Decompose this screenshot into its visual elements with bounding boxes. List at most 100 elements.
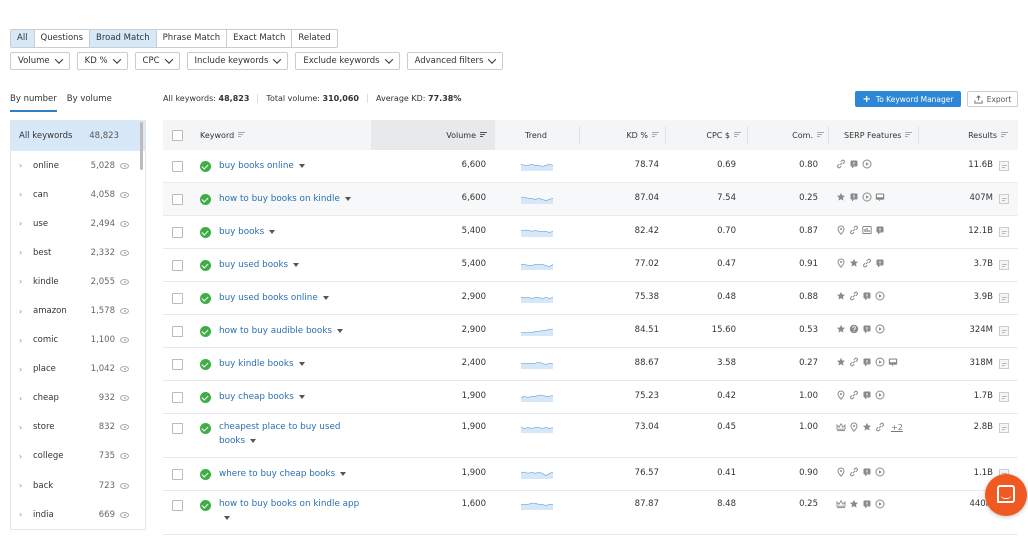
sidebar-tab-by-volume[interactable]: By volume [67, 94, 112, 112]
row-checkbox[interactable] [172, 469, 183, 480]
sidebar-item-online[interactable]: › online 5,028 [11, 151, 145, 180]
row-checkbox[interactable] [172, 359, 183, 370]
serp-snapshot-icon[interactable] [999, 293, 1009, 303]
filter-exclude-keywords-dropdown[interactable]: Exclude keywords [295, 52, 400, 70]
chevron-right-icon[interactable]: › [19, 481, 33, 490]
sidebar-item-best[interactable]: › best 2,332 [11, 238, 145, 267]
chevron-right-icon[interactable]: › [19, 394, 33, 403]
row-checkbox[interactable] [172, 227, 183, 238]
eye-icon[interactable] [120, 220, 129, 227]
row-checkbox[interactable] [172, 260, 183, 271]
sidebar-item-amazon[interactable]: › amazon 1,578 [11, 296, 145, 325]
sidebar-item-use[interactable]: › use 2,494 [11, 209, 145, 238]
caret-down-icon[interactable] [250, 438, 257, 443]
keyword-link[interactable]: buy used books [219, 258, 369, 272]
eye-icon[interactable] [120, 482, 129, 489]
chevron-right-icon[interactable]: › [19, 190, 33, 199]
sidebar-item-india[interactable]: › india 669 [11, 500, 145, 529]
chevron-right-icon[interactable]: › [19, 161, 33, 170]
serp-snapshot-icon[interactable] [999, 392, 1009, 402]
sidebar-item-comic[interactable]: › comic 1,100 [11, 326, 145, 355]
caret-down-icon[interactable] [298, 163, 305, 168]
eye-icon[interactable] [120, 337, 129, 344]
eye-icon[interactable] [120, 278, 129, 285]
keyword-link[interactable]: buy cheap books [219, 390, 369, 404]
sidebar-item-store[interactable]: › store 832 [11, 413, 145, 442]
chevron-right-icon[interactable]: › [19, 219, 33, 228]
serp-snapshot-icon[interactable] [999, 227, 1009, 237]
keyword-link[interactable]: buy kindle books [219, 357, 369, 371]
serp-snapshot-icon[interactable] [999, 161, 1009, 171]
tab-questions[interactable]: Questions [33, 30, 89, 47]
select-all-checkbox[interactable] [172, 129, 183, 141]
caret-down-icon[interactable] [344, 196, 351, 201]
chevron-right-icon[interactable]: › [19, 510, 33, 519]
eye-icon[interactable] [120, 424, 129, 431]
tab-related[interactable]: Related [291, 30, 336, 47]
filter-include-keywords-dropdown[interactable]: Include keywords [186, 52, 289, 70]
caret-down-icon[interactable] [298, 394, 305, 399]
col-results[interactable]: Results [953, 120, 1008, 150]
serp-snapshot-icon[interactable] [999, 423, 1009, 433]
row-checkbox[interactable] [172, 392, 183, 403]
more-serp-features-link[interactable]: +2 [891, 423, 903, 432]
eye-icon[interactable] [120, 366, 129, 373]
eye-icon[interactable] [120, 395, 129, 402]
chevron-right-icon[interactable]: › [19, 423, 33, 432]
col-com[interactable]: Com. [787, 120, 824, 150]
export-button[interactable]: Export [967, 91, 1018, 107]
keyword-link[interactable]: how to buy books on kindle [219, 192, 369, 206]
serp-snapshot-icon[interactable] [999, 326, 1009, 336]
row-checkbox[interactable] [172, 293, 183, 304]
sidebar-item-place[interactable]: › place 1,042 [11, 355, 145, 384]
chat-widget-button[interactable] [985, 474, 1027, 516]
serp-snapshot-icon[interactable] [999, 194, 1009, 204]
caret-down-icon[interactable] [322, 295, 329, 300]
chevron-right-icon[interactable]: › [19, 452, 33, 461]
caret-down-icon[interactable] [269, 229, 276, 234]
chevron-right-icon[interactable]: › [19, 248, 33, 257]
row-checkbox[interactable] [172, 326, 183, 337]
serp-snapshot-icon[interactable] [999, 359, 1009, 369]
filter-cpc-dropdown[interactable]: CPC [134, 52, 180, 70]
caret-down-icon[interactable] [298, 361, 305, 366]
keyword-link[interactable]: how to buy audible books [219, 324, 369, 338]
keyword-link[interactable]: buy books [219, 225, 369, 239]
col-keyword[interactable]: Keyword [200, 120, 246, 150]
sidebar-item-college[interactable]: › college 735 [11, 442, 145, 471]
sidebar-item-can[interactable]: › can 4,058 [11, 180, 145, 209]
col-volume[interactable]: Volume [371, 120, 495, 150]
sidebar-item-all-keywords[interactable]: All keywords 48,823 [11, 121, 145, 151]
caret-down-icon[interactable] [340, 471, 347, 476]
serp-snapshot-icon[interactable] [999, 260, 1009, 270]
chevron-right-icon[interactable]: › [19, 365, 33, 374]
to-keyword-manager-button[interactable]: + To Keyword Manager [855, 91, 961, 107]
caret-down-icon[interactable] [293, 262, 300, 267]
col-cpc[interactable]: CPC $ [693, 120, 741, 150]
keyword-link[interactable]: where to buy cheap books [219, 467, 369, 481]
eye-icon[interactable] [120, 191, 129, 198]
caret-down-icon[interactable] [224, 515, 230, 520]
keyword-link[interactable]: buy used books online [219, 291, 369, 305]
eye-icon[interactable] [120, 308, 129, 315]
chevron-right-icon[interactable]: › [19, 277, 33, 286]
eye-icon[interactable] [120, 511, 129, 518]
keyword-link[interactable]: buy books online [219, 159, 369, 173]
row-checkbox[interactable] [172, 423, 183, 434]
chevron-right-icon[interactable]: › [19, 336, 33, 345]
filter-volume-dropdown[interactable]: Volume [10, 52, 70, 70]
eye-icon[interactable] [120, 162, 129, 169]
sidebar-item-kindle[interactable]: › kindle 2,055 [11, 267, 145, 296]
sidebar-tab-by-number[interactable]: By number [10, 94, 57, 112]
caret-down-icon[interactable] [337, 328, 343, 333]
col-serp-features[interactable]: SERP Features [844, 120, 913, 150]
sidebar-item-back[interactable]: › back 723 [11, 471, 145, 500]
row-checkbox[interactable] [172, 500, 183, 511]
tab-broad-match[interactable]: Broad Match [90, 30, 156, 47]
col-kd[interactable]: KD % [623, 120, 659, 150]
row-checkbox[interactable] [172, 161, 183, 172]
filter-kd-dropdown[interactable]: KD % [76, 52, 128, 70]
chevron-right-icon[interactable]: › [19, 307, 33, 316]
tab-all[interactable]: All [11, 30, 34, 47]
eye-icon[interactable] [120, 453, 129, 460]
